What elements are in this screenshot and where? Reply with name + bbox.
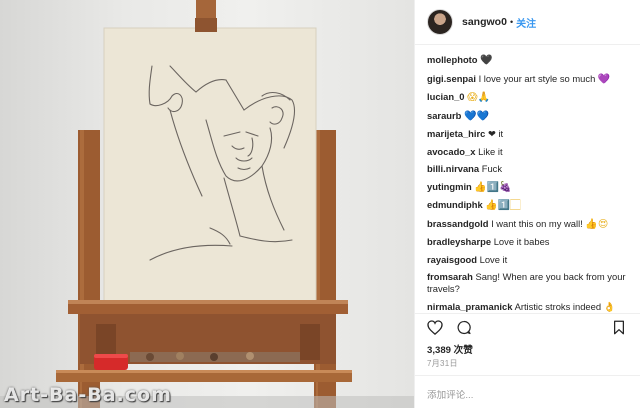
watermark: Art-Ba-Ba.com bbox=[4, 384, 172, 406]
comment-item: saraurb 💙💙 bbox=[427, 110, 628, 123]
comment-username[interactable]: nirmala_pramanick bbox=[427, 301, 512, 312]
comment-emoji: 💙💙 bbox=[464, 110, 489, 122]
comment-text: ❤ it bbox=[487, 128, 504, 139]
comment-item: bradleysharpe Love it babes bbox=[427, 236, 628, 248]
comment-username[interactable]: saraurb bbox=[427, 110, 461, 121]
comment-username[interactable]: yutingmin bbox=[427, 181, 472, 192]
comment-emoji: 👍😍 bbox=[585, 218, 609, 230]
comment-text: I want this on my wall! bbox=[491, 217, 583, 229]
comment-username[interactable]: bradleysharpe bbox=[427, 236, 491, 247]
like-count[interactable]: 3,389 次赞 bbox=[427, 342, 473, 356]
comment-emoji: 😱🙏 bbox=[467, 92, 491, 103]
comment-text: Like it bbox=[478, 145, 503, 157]
comment-username[interactable]: avocado_x bbox=[427, 146, 475, 157]
comment-item: rayaisgood Love it bbox=[427, 254, 628, 266]
comment-text: Fuck bbox=[481, 163, 503, 174]
comment-emoji: 💜 bbox=[597, 73, 611, 85]
follow-button[interactable]: 关注 bbox=[516, 15, 536, 30]
comment-item: billi.nirvana Fuck bbox=[427, 163, 628, 175]
separator-dot: • bbox=[509, 17, 514, 27]
heart-icon[interactable] bbox=[427, 320, 443, 340]
comment-username[interactable]: fromsarah bbox=[427, 271, 473, 282]
comment-item: marijeta_hirc ❤ it bbox=[427, 128, 628, 140]
comment-input[interactable] bbox=[427, 390, 629, 401]
comment-text: Love it babes bbox=[493, 236, 550, 247]
post-side-panel: sangwo0 • 关注 mollephoto 🖤 gigi.senpai I l… bbox=[414, 0, 640, 408]
comment-username[interactable]: billi.nirvana bbox=[427, 163, 479, 174]
bookmark-icon[interactable] bbox=[613, 320, 625, 340]
comment-username[interactable]: lucian_0 bbox=[427, 91, 465, 102]
easel-canvas-drawing bbox=[0, 0, 414, 408]
comment-item: mollephoto 🖤 bbox=[427, 54, 628, 67]
comment-item: edmundiphk 👍1️⃣🏻 bbox=[427, 199, 628, 212]
comment-text: I love your art style so much bbox=[478, 72, 596, 84]
comment-username[interactable]: marijeta_hirc bbox=[427, 128, 485, 139]
comment-list: mollephoto 🖤 gigi.senpai I love your art … bbox=[415, 45, 640, 313]
comment-text: Love it bbox=[479, 253, 508, 265]
comment-item: lucian_0 😱🙏 bbox=[427, 91, 628, 104]
comment-username[interactable]: edmundiphk bbox=[427, 199, 483, 210]
post-photo: Art-Ba-Ba.com bbox=[0, 0, 414, 408]
comment-emoji: 🖤 bbox=[480, 55, 493, 66]
post-username[interactable]: sangwo0 bbox=[462, 16, 507, 28]
comment-item: avocado_x Like it bbox=[427, 146, 628, 158]
comment-item: brassandgold I want this on my wall! 👍😍 bbox=[427, 218, 628, 231]
avatar[interactable] bbox=[427, 9, 453, 35]
post-header: sangwo0 • 关注 bbox=[415, 0, 640, 45]
comment-emoji: 👍1️⃣🍇 bbox=[474, 181, 512, 193]
comment-item: gigi.senpai I love your art style so muc… bbox=[427, 73, 628, 86]
speech-bubble-icon[interactable] bbox=[456, 320, 472, 340]
action-bar bbox=[415, 313, 640, 338]
comment-item: fromsarah Sang! When are you back from y… bbox=[427, 271, 628, 295]
comment-username[interactable]: gigi.senpai bbox=[427, 73, 476, 84]
add-comment-bar bbox=[415, 375, 640, 408]
comment-username[interactable]: rayaisgood bbox=[427, 254, 477, 265]
comment-item: nirmala_pramanick Artistic stroks indeed… bbox=[427, 301, 628, 313]
post-date: 7月31日 bbox=[427, 359, 458, 368]
comment-username[interactable]: mollephoto bbox=[427, 54, 478, 65]
comment-username[interactable]: brassandgold bbox=[427, 218, 488, 229]
comment-item: yutingmin 👍1️⃣🍇 bbox=[427, 181, 628, 194]
comment-emoji: 👍1️⃣🏻 bbox=[485, 200, 521, 211]
